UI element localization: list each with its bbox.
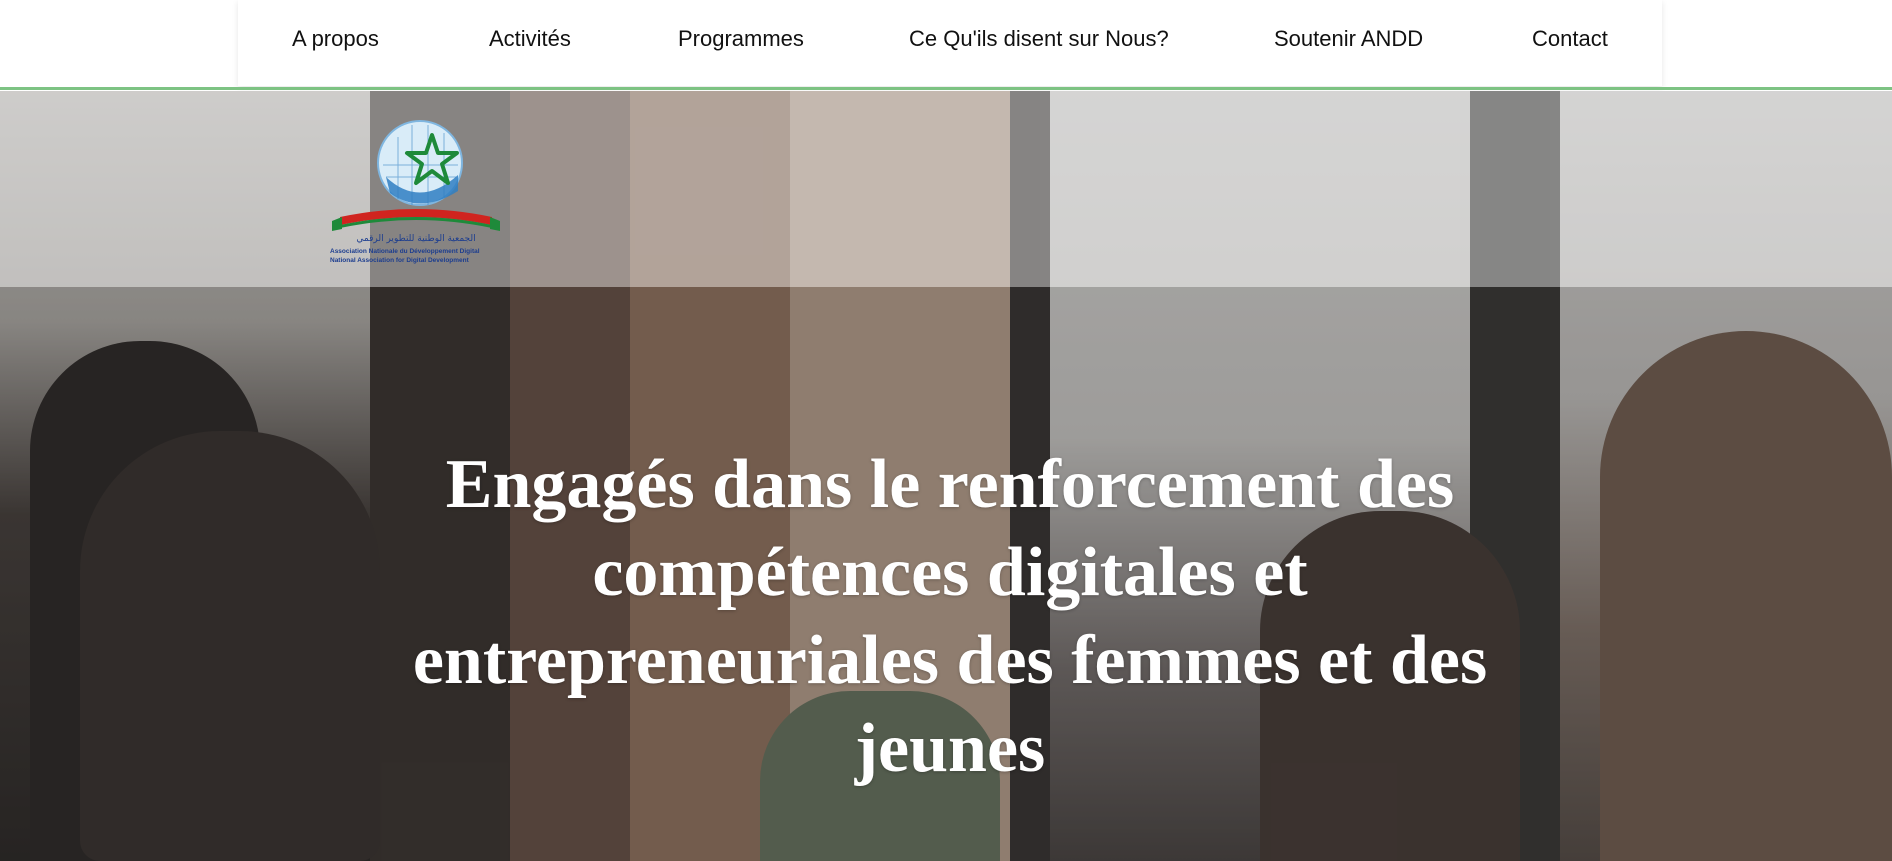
logo-french-text: Association Nationale du Développement D… <box>330 248 480 255</box>
header-accent-line <box>0 87 1892 90</box>
hero-title: Engagés dans le renforcement des compéte… <box>412 446 1488 787</box>
nav-item-temoignages[interactable]: Ce Qu'ils disent sur Nous? <box>909 26 1169 52</box>
hero-section: الجمعية الوطنية للتطوير الرقمي Associati… <box>0 91 1892 861</box>
top-header: A propos Activités Programmes Ce Qu'ils … <box>0 0 1892 90</box>
nav-item-soutenir[interactable]: Soutenir ANDD <box>1274 26 1423 52</box>
logo-english-text: National Association for Digital Develop… <box>330 257 470 264</box>
logo-arabic-text: الجمعية الوطنية للتطوير الرقمي <box>356 234 475 244</box>
nav-item-programmes[interactable]: Programmes <box>678 26 804 52</box>
main-navigation: A propos Activités Programmes Ce Qu'ils … <box>238 0 1662 86</box>
nav-item-a-propos[interactable]: A propos <box>292 26 379 52</box>
andd-logo[interactable]: الجمعية الوطنية للتطوير الرقمي Associati… <box>328 117 504 267</box>
logo-band <box>0 91 1892 287</box>
nav-item-contact[interactable]: Contact <box>1532 26 1608 52</box>
nav-item-activites[interactable]: Activités <box>489 26 571 52</box>
